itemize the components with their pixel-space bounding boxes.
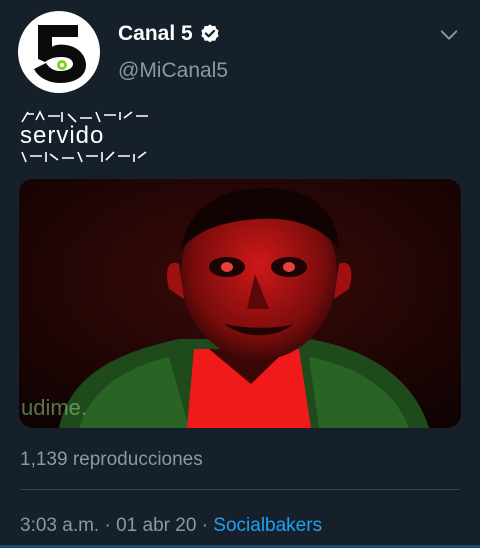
tweet-time[interactable]: 3:03 a.m. [20,515,99,536]
video-watermark: udime. [21,395,87,420]
video-frame: udime. [19,179,461,428]
tweet-meta: 3:03 a.m. · 01 abr 20 · Socialbakers [20,515,322,537]
avatar[interactable] [18,11,100,93]
canal5-logo-icon [34,25,86,83]
verified-check-icon [201,24,219,43]
meta-separator: · [201,515,209,536]
tweet-text-content: servido [20,122,105,149]
tweet-text: servido [20,110,180,163]
account-handle[interactable]: @MiCanal5 [118,59,228,83]
display-name[interactable]: Canal 5 [118,22,193,46]
view-count[interactable]: 1,139 reproducciones [20,449,203,471]
tweet-source-link[interactable]: Socialbakers [213,515,322,536]
video-thumbnail[interactable]: udime. [19,179,461,428]
chevron-down-icon[interactable] [438,24,460,46]
divider [20,489,460,490]
account-name-row: Canal 5 [118,22,221,46]
meta-separator: · [104,515,111,536]
tweet-date[interactable]: 01 abr 20 [116,515,196,536]
zalgo-marks-bottom [21,151,147,163]
